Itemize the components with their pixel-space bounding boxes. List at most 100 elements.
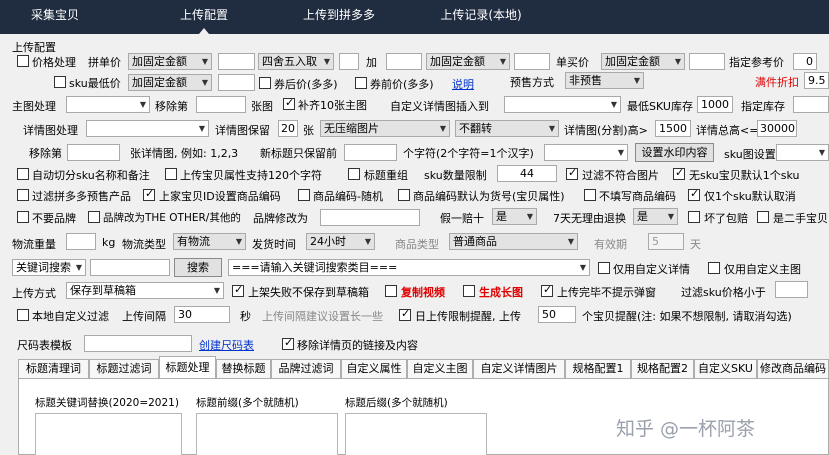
main-img-select[interactable] [66, 96, 150, 113]
fake-compensate-select[interactable]: 是 [492, 208, 537, 225]
title-process-panel: 标题关键词替换(2020=2021) 标题前缀(多个就随机) 标题后缀(多个就随… [18, 378, 829, 455]
sku-price-amount-input[interactable] [218, 74, 255, 91]
sku-img-select[interactable] [776, 144, 829, 161]
detail-keep-input[interactable]: 20 [278, 120, 298, 137]
discount-input[interactable]: 9.5 [804, 72, 829, 89]
ref-price-input[interactable]: 0 [793, 53, 817, 70]
sku-min-price-checkbox[interactable] [54, 76, 66, 88]
pad-main-checkbox[interactable] [283, 96, 295, 110]
after-coupon-checkbox[interactable] [259, 77, 271, 89]
add-amount-input[interactable] [386, 53, 422, 70]
compress-select[interactable]: 无压缩图片 [320, 120, 450, 137]
tab-edit-code[interactable]: 修改商品编码 [757, 359, 829, 378]
explain-link[interactable]: 说明 [452, 76, 474, 92]
price-mode2-select[interactable]: 加固定金额 [426, 53, 510, 70]
brand-edit-input[interactable] [320, 209, 420, 226]
split-height-input[interactable]: 1500 [655, 120, 691, 137]
filter-img-checkbox[interactable] [566, 166, 578, 180]
title-keep-input[interactable] [344, 144, 397, 161]
title-regroup-checkbox[interactable] [348, 168, 360, 180]
tab-upload-config[interactable]: 上传配置 [145, 0, 263, 34]
filter-presale-checkbox[interactable] [17, 189, 29, 201]
tab-replace-title[interactable]: 替换标题 [216, 359, 271, 378]
no-brand-checkbox[interactable] [17, 211, 29, 223]
tab-custom-main[interactable]: 自定义主图 [407, 359, 473, 378]
keyword-mode-select[interactable]: 关键词搜索 [12, 259, 86, 276]
sku-limit-input[interactable]: 44 [497, 165, 557, 182]
remove-detail-input[interactable] [67, 144, 120, 161]
valid-input[interactable]: 5 [648, 233, 684, 250]
min-stock-input[interactable]: 1000 [697, 96, 733, 113]
weight-input[interactable] [66, 233, 96, 250]
tab-spec2[interactable]: 规格配置2 [631, 359, 694, 378]
stock-input[interactable] [793, 96, 829, 113]
flip-select[interactable]: 不翻转 [455, 120, 559, 137]
suffix-textarea[interactable] [345, 413, 487, 455]
no-code-checkbox[interactable] [584, 189, 596, 201]
use-id-checkbox[interactable] [143, 187, 155, 201]
tab-collect[interactable]: 采集宝贝 [0, 0, 110, 34]
tab-custom-detail[interactable]: 自定义详情图片 [473, 359, 565, 378]
kw-replace-textarea[interactable] [35, 413, 182, 455]
rounding-digits-input[interactable] [339, 53, 359, 70]
sku-price-mode-select[interactable]: 加固定金额 [128, 74, 212, 91]
price-amount-input[interactable] [218, 53, 255, 70]
broken-pay-checkbox[interactable] [688, 211, 700, 223]
interval-input[interactable]: 30 [174, 306, 230, 323]
title-len-checkbox[interactable] [165, 168, 177, 180]
auto-cut-checkbox[interactable] [17, 168, 29, 180]
keyword-input[interactable] [90, 259, 170, 276]
tab-spec1[interactable]: 规格配置1 [565, 359, 631, 378]
remove-main-input[interactable] [196, 96, 246, 113]
no-sku-checkbox[interactable] [673, 166, 685, 180]
single-price-amount-input[interactable] [689, 53, 725, 70]
presale-select[interactable]: 非预售 [565, 72, 644, 89]
rounding-select[interactable]: 四舍五入取 [258, 53, 334, 70]
category-select[interactable]: ===请输入关键词搜索类目=== [228, 259, 590, 276]
prefix-textarea[interactable] [196, 413, 338, 455]
no-popup-checkbox[interactable] [541, 283, 553, 297]
price-mode-select[interactable]: 加固定金额 [128, 53, 212, 70]
code-default-checkbox[interactable] [398, 189, 410, 201]
tab-custom-sku[interactable]: 自定义SKU [694, 359, 757, 378]
before-coupon-checkbox[interactable] [355, 77, 367, 89]
code-random-checkbox[interactable] [298, 189, 310, 201]
tab-title-clean[interactable]: 标题清理词 [18, 359, 89, 378]
title-keep-select[interactable] [544, 144, 628, 161]
watermark-button[interactable]: 设置水印内容 [635, 143, 714, 162]
tab-brand-filter[interactable]: 品牌过滤词 [271, 359, 341, 378]
ship-time-select[interactable]: 24小时 [306, 233, 375, 250]
create-size-link[interactable]: 创建尺码表 [199, 337, 254, 353]
logistics-type-select[interactable]: 有物流 [173, 233, 246, 250]
only-main-label: 仅用自定义主图 [724, 263, 801, 276]
only-main-checkbox[interactable] [708, 262, 720, 274]
remove-links-checkbox[interactable] [282, 336, 294, 350]
add-amount2-input[interactable] [514, 53, 550, 70]
only-one-sku-checkbox[interactable] [688, 187, 700, 201]
daily-limit-checkbox[interactable] [399, 307, 411, 321]
copy-video-checkbox[interactable] [385, 285, 397, 297]
long-img-checkbox[interactable] [463, 285, 475, 297]
return-select[interactable]: 是 [633, 208, 678, 225]
tab-title-process[interactable]: 标题处理 [159, 356, 216, 378]
detail-img-select[interactable] [86, 120, 209, 137]
not-save-fail-checkbox[interactable] [232, 283, 244, 297]
goods-type-select[interactable]: 普通商品 [449, 233, 578, 250]
filter-sku-price-input[interactable] [775, 281, 808, 298]
size-template-input[interactable] [84, 335, 192, 352]
upload-mode-select[interactable]: 保存到草稿箱 [66, 282, 224, 299]
only-detail-checkbox[interactable] [598, 262, 610, 274]
tab-upload-pdd[interactable]: 上传到拼多多 [270, 0, 408, 34]
insert-detail-select[interactable] [504, 96, 621, 113]
second-hand-checkbox[interactable] [757, 211, 769, 223]
search-button[interactable]: 搜索 [174, 258, 222, 277]
tab-title-filter[interactable]: 标题过滤词 [89, 359, 159, 378]
price-process-checkbox[interactable] [17, 55, 29, 67]
daily-limit-input[interactable]: 50 [538, 306, 576, 323]
brand-to-other-checkbox[interactable] [88, 211, 100, 223]
single-price-mode-select[interactable]: 加固定金额 [601, 53, 685, 70]
local-filter-checkbox[interactable] [17, 309, 29, 321]
tab-custom-attr[interactable]: 自定义属性 [341, 359, 407, 378]
total-height-input[interactable]: 30000 [757, 120, 797, 137]
tab-upload-record[interactable]: 上传记录(本地) [412, 0, 550, 34]
